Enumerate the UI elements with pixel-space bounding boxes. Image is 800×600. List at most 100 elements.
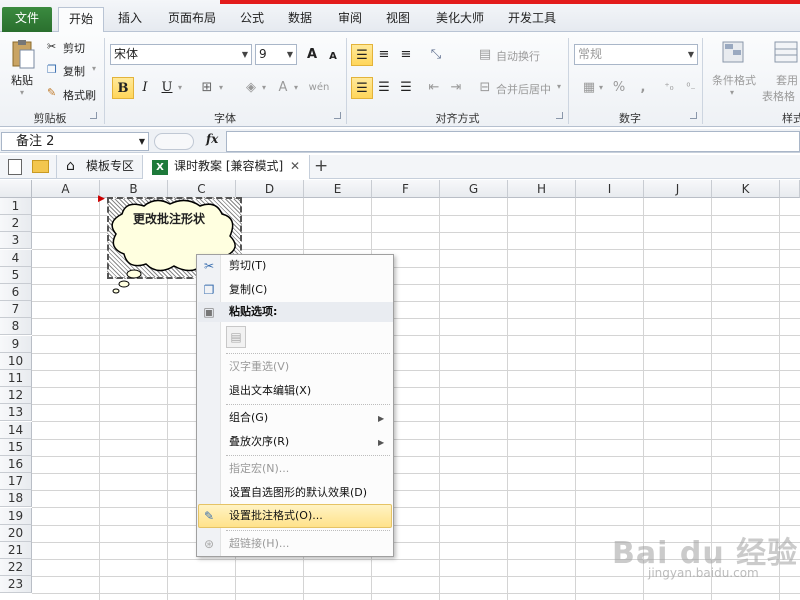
column-header[interactable]: F xyxy=(372,180,440,198)
paste-icon[interactable] xyxy=(8,38,38,74)
comment-text[interactable]: 更改批注形状 xyxy=(133,210,205,227)
currency-icon[interactable]: ▦ xyxy=(578,77,600,99)
align-middle-icon[interactable]: ≡ xyxy=(373,44,395,66)
row-header[interactable]: 22 xyxy=(0,559,32,577)
tab-view[interactable]: 视图 xyxy=(378,7,418,32)
paste-keep-source-icon[interactable]: ▤ xyxy=(226,326,246,348)
tab-formulas[interactable]: 公式 xyxy=(232,7,272,32)
table-format-button[interactable]: 套用 xyxy=(776,72,798,88)
column-header[interactable]: H xyxy=(508,180,576,198)
phonetic-icon[interactable]: wén xyxy=(308,77,330,99)
conditional-format-icon[interactable] xyxy=(720,38,748,68)
row-header[interactable]: 5 xyxy=(0,266,32,284)
conditional-format-button[interactable]: 条件格式 xyxy=(712,72,756,88)
grow-font-icon[interactable]: A xyxy=(301,44,323,66)
row-header[interactable]: 1 xyxy=(0,198,32,215)
borders-icon[interactable]: ⊞ xyxy=(196,77,218,99)
menu-item-default-shape-effect[interactable]: 设置自选图形的默认效果(D) xyxy=(229,483,367,503)
align-center-icon[interactable]: ☰ xyxy=(373,77,395,99)
font-size-select[interactable]: 9 ▼ xyxy=(255,44,297,65)
column-header[interactable]: K xyxy=(712,180,780,198)
table-format-icon[interactable] xyxy=(772,38,800,68)
font-color-icon[interactable]: A xyxy=(272,77,294,99)
format-painter-button[interactable]: 格式刷 xyxy=(63,87,96,103)
bold-button[interactable]: B xyxy=(112,77,134,99)
menu-item-cut[interactable]: 剪切(T) xyxy=(229,256,266,276)
tab-home[interactable]: 开始 xyxy=(58,7,104,33)
wrap-text-icon[interactable]: ▤ xyxy=(474,44,496,66)
align-bottom-icon[interactable]: ≡ xyxy=(395,44,417,66)
column-header[interactable]: D xyxy=(236,180,304,198)
alignment-launcher-icon[interactable] xyxy=(556,112,563,119)
row-header[interactable]: 10 xyxy=(0,352,32,370)
row-header[interactable]: 11 xyxy=(0,370,32,387)
row-header[interactable]: 4 xyxy=(0,249,32,267)
orientation-icon[interactable]: ⤡ xyxy=(425,44,447,66)
comma-button[interactable]: , xyxy=(632,77,654,99)
conditional-dropdown-icon[interactable]: ▾ xyxy=(730,88,734,97)
row-header[interactable]: 20 xyxy=(0,524,32,542)
tab-beautify-master[interactable]: 美化大师 xyxy=(428,7,492,32)
row-header[interactable]: 17 xyxy=(0,473,32,491)
decrease-indent-icon[interactable]: ⇤ xyxy=(423,77,445,99)
column-header[interactable]: J xyxy=(644,180,712,198)
row-header[interactable]: 13 xyxy=(0,404,32,422)
column-header[interactable]: G xyxy=(440,180,508,198)
align-left-icon[interactable]: ☰ xyxy=(351,77,373,99)
row-header[interactable]: 14 xyxy=(0,421,32,439)
row-header[interactable]: 16 xyxy=(0,456,32,473)
doc-tab-templates[interactable]: 模板专区 xyxy=(86,155,134,179)
merge-dropdown-icon[interactable]: ▾ xyxy=(557,82,561,91)
number-format-select[interactable]: 常规 ▼ xyxy=(574,44,698,65)
column-header[interactable]: A xyxy=(32,180,100,198)
row-header[interactable]: 6 xyxy=(0,284,32,301)
font-color-dropdown-icon[interactable]: ▾ xyxy=(294,83,298,92)
tab-developer[interactable]: 开发工具 xyxy=(500,7,564,32)
shrink-font-icon[interactable]: A xyxy=(322,46,344,68)
merge-center-button[interactable]: 合并后居中 xyxy=(496,81,551,97)
fill-color-icon[interactable]: ◈ xyxy=(240,77,262,99)
underline-button[interactable]: U xyxy=(156,77,178,99)
folder-icon[interactable] xyxy=(32,160,49,173)
add-tab-icon[interactable]: + xyxy=(314,155,328,179)
column-header[interactable]: E xyxy=(304,180,372,198)
row-header[interactable]: 8 xyxy=(0,318,32,336)
copy-button[interactable]: 复制 xyxy=(63,63,85,79)
home-icon[interactable]: ⌂ xyxy=(66,155,75,179)
number-launcher-icon[interactable] xyxy=(690,112,697,119)
new-file-icon[interactable] xyxy=(8,159,22,175)
table-format-button-line2[interactable]: 表格格 xyxy=(762,88,795,104)
menu-item-exit-text-edit[interactable]: 退出文本编辑(X) xyxy=(229,381,311,401)
row-header[interactable]: 7 xyxy=(0,301,32,319)
decrease-decimal-icon[interactable]: ⁰₋ xyxy=(680,77,702,99)
tab-data[interactable]: 数据 xyxy=(280,7,320,32)
wrap-text-button[interactable]: 自动换行 xyxy=(496,48,540,64)
tab-insert[interactable]: 插入 xyxy=(110,7,150,32)
font-launcher-icon[interactable] xyxy=(334,112,341,119)
format-painter-icon[interactable]: ✎ xyxy=(47,86,56,99)
underline-dropdown-icon[interactable]: ▾ xyxy=(178,83,182,92)
menu-item-order[interactable]: 叠放次序(R) xyxy=(229,432,289,452)
currency-dropdown-icon[interactable]: ▾ xyxy=(599,83,603,92)
percent-button[interactable]: % xyxy=(608,77,630,99)
menu-item-copy[interactable]: 复制(C) xyxy=(229,280,267,300)
menu-item-group[interactable]: 组合(G) xyxy=(229,408,268,428)
row-header[interactable]: 2 xyxy=(0,215,32,233)
tab-page-layout[interactable]: 页面布局 xyxy=(160,7,224,32)
row-header[interactable]: 12 xyxy=(0,387,32,405)
insert-function-button[interactable]: fx xyxy=(206,132,218,146)
tab-review[interactable]: 审阅 xyxy=(330,7,370,32)
clipboard-launcher-icon[interactable] xyxy=(90,112,97,119)
borders-dropdown-icon[interactable]: ▾ xyxy=(219,83,223,92)
menu-item-hyperlink[interactable]: 超链接(H)... xyxy=(229,534,289,554)
align-right-icon[interactable]: ☰ xyxy=(395,77,417,99)
italic-button[interactable]: I xyxy=(134,77,156,99)
row-header[interactable]: 15 xyxy=(0,438,32,456)
row-header[interactable]: 21 xyxy=(0,542,32,559)
column-header[interactable]: I xyxy=(576,180,644,198)
formula-input[interactable] xyxy=(226,131,800,152)
menu-item-format-comment[interactable]: 设置批注格式(O)... xyxy=(229,506,323,526)
cut-button[interactable]: 剪切 xyxy=(63,40,85,56)
copy-dropdown-icon[interactable]: ▾ xyxy=(92,64,96,73)
close-tab-icon[interactable]: ✕ xyxy=(290,155,300,179)
